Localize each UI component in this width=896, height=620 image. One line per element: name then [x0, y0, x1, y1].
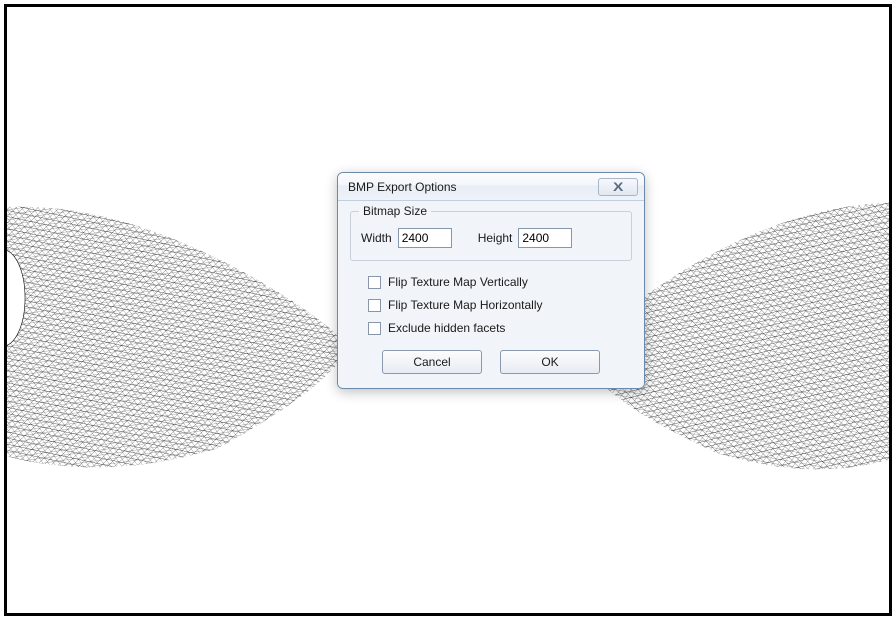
checkbox-icon: [368, 322, 381, 335]
flip-horizontal-checkbox[interactable]: Flip Texture Map Horizontally: [368, 298, 624, 312]
flip-vertical-label: Flip Texture Map Vertically: [388, 275, 528, 289]
close-button[interactable]: X: [598, 178, 638, 196]
ok-button-label: OK: [541, 355, 558, 369]
size-row: Width Height: [361, 228, 621, 248]
checkbox-icon: [368, 299, 381, 312]
flip-horizontal-label: Flip Texture Map Horizontally: [388, 298, 543, 312]
dialog-body: Bitmap Size Width Height Flip Texture Ma…: [338, 201, 644, 388]
fieldset-legend: Bitmap Size: [359, 204, 431, 218]
dialog-titlebar[interactable]: BMP Export Options X: [338, 173, 644, 201]
flip-vertical-checkbox[interactable]: Flip Texture Map Vertically: [368, 275, 624, 289]
width-field[interactable]: [398, 228, 452, 248]
height-field[interactable]: [518, 228, 572, 248]
checkbox-group: Flip Texture Map Vertically Flip Texture…: [350, 275, 632, 350]
cancel-button[interactable]: Cancel: [382, 350, 482, 374]
exclude-hidden-checkbox[interactable]: Exclude hidden facets: [368, 321, 624, 335]
cancel-button-label: Cancel: [413, 355, 450, 369]
checkbox-icon: [368, 276, 381, 289]
close-icon: X: [613, 180, 622, 194]
height-label: Height: [478, 231, 513, 245]
dialog-title: BMP Export Options: [348, 180, 598, 194]
bitmap-size-fieldset: Bitmap Size Width Height: [350, 211, 632, 261]
button-row: Cancel OK: [350, 350, 632, 374]
exclude-hidden-label: Exclude hidden facets: [388, 321, 505, 335]
app-viewport: BMP Export Options X Bitmap Size Width H…: [4, 4, 892, 616]
width-label: Width: [361, 231, 392, 245]
ok-button[interactable]: OK: [500, 350, 600, 374]
bmp-export-dialog: BMP Export Options X Bitmap Size Width H…: [337, 172, 645, 389]
